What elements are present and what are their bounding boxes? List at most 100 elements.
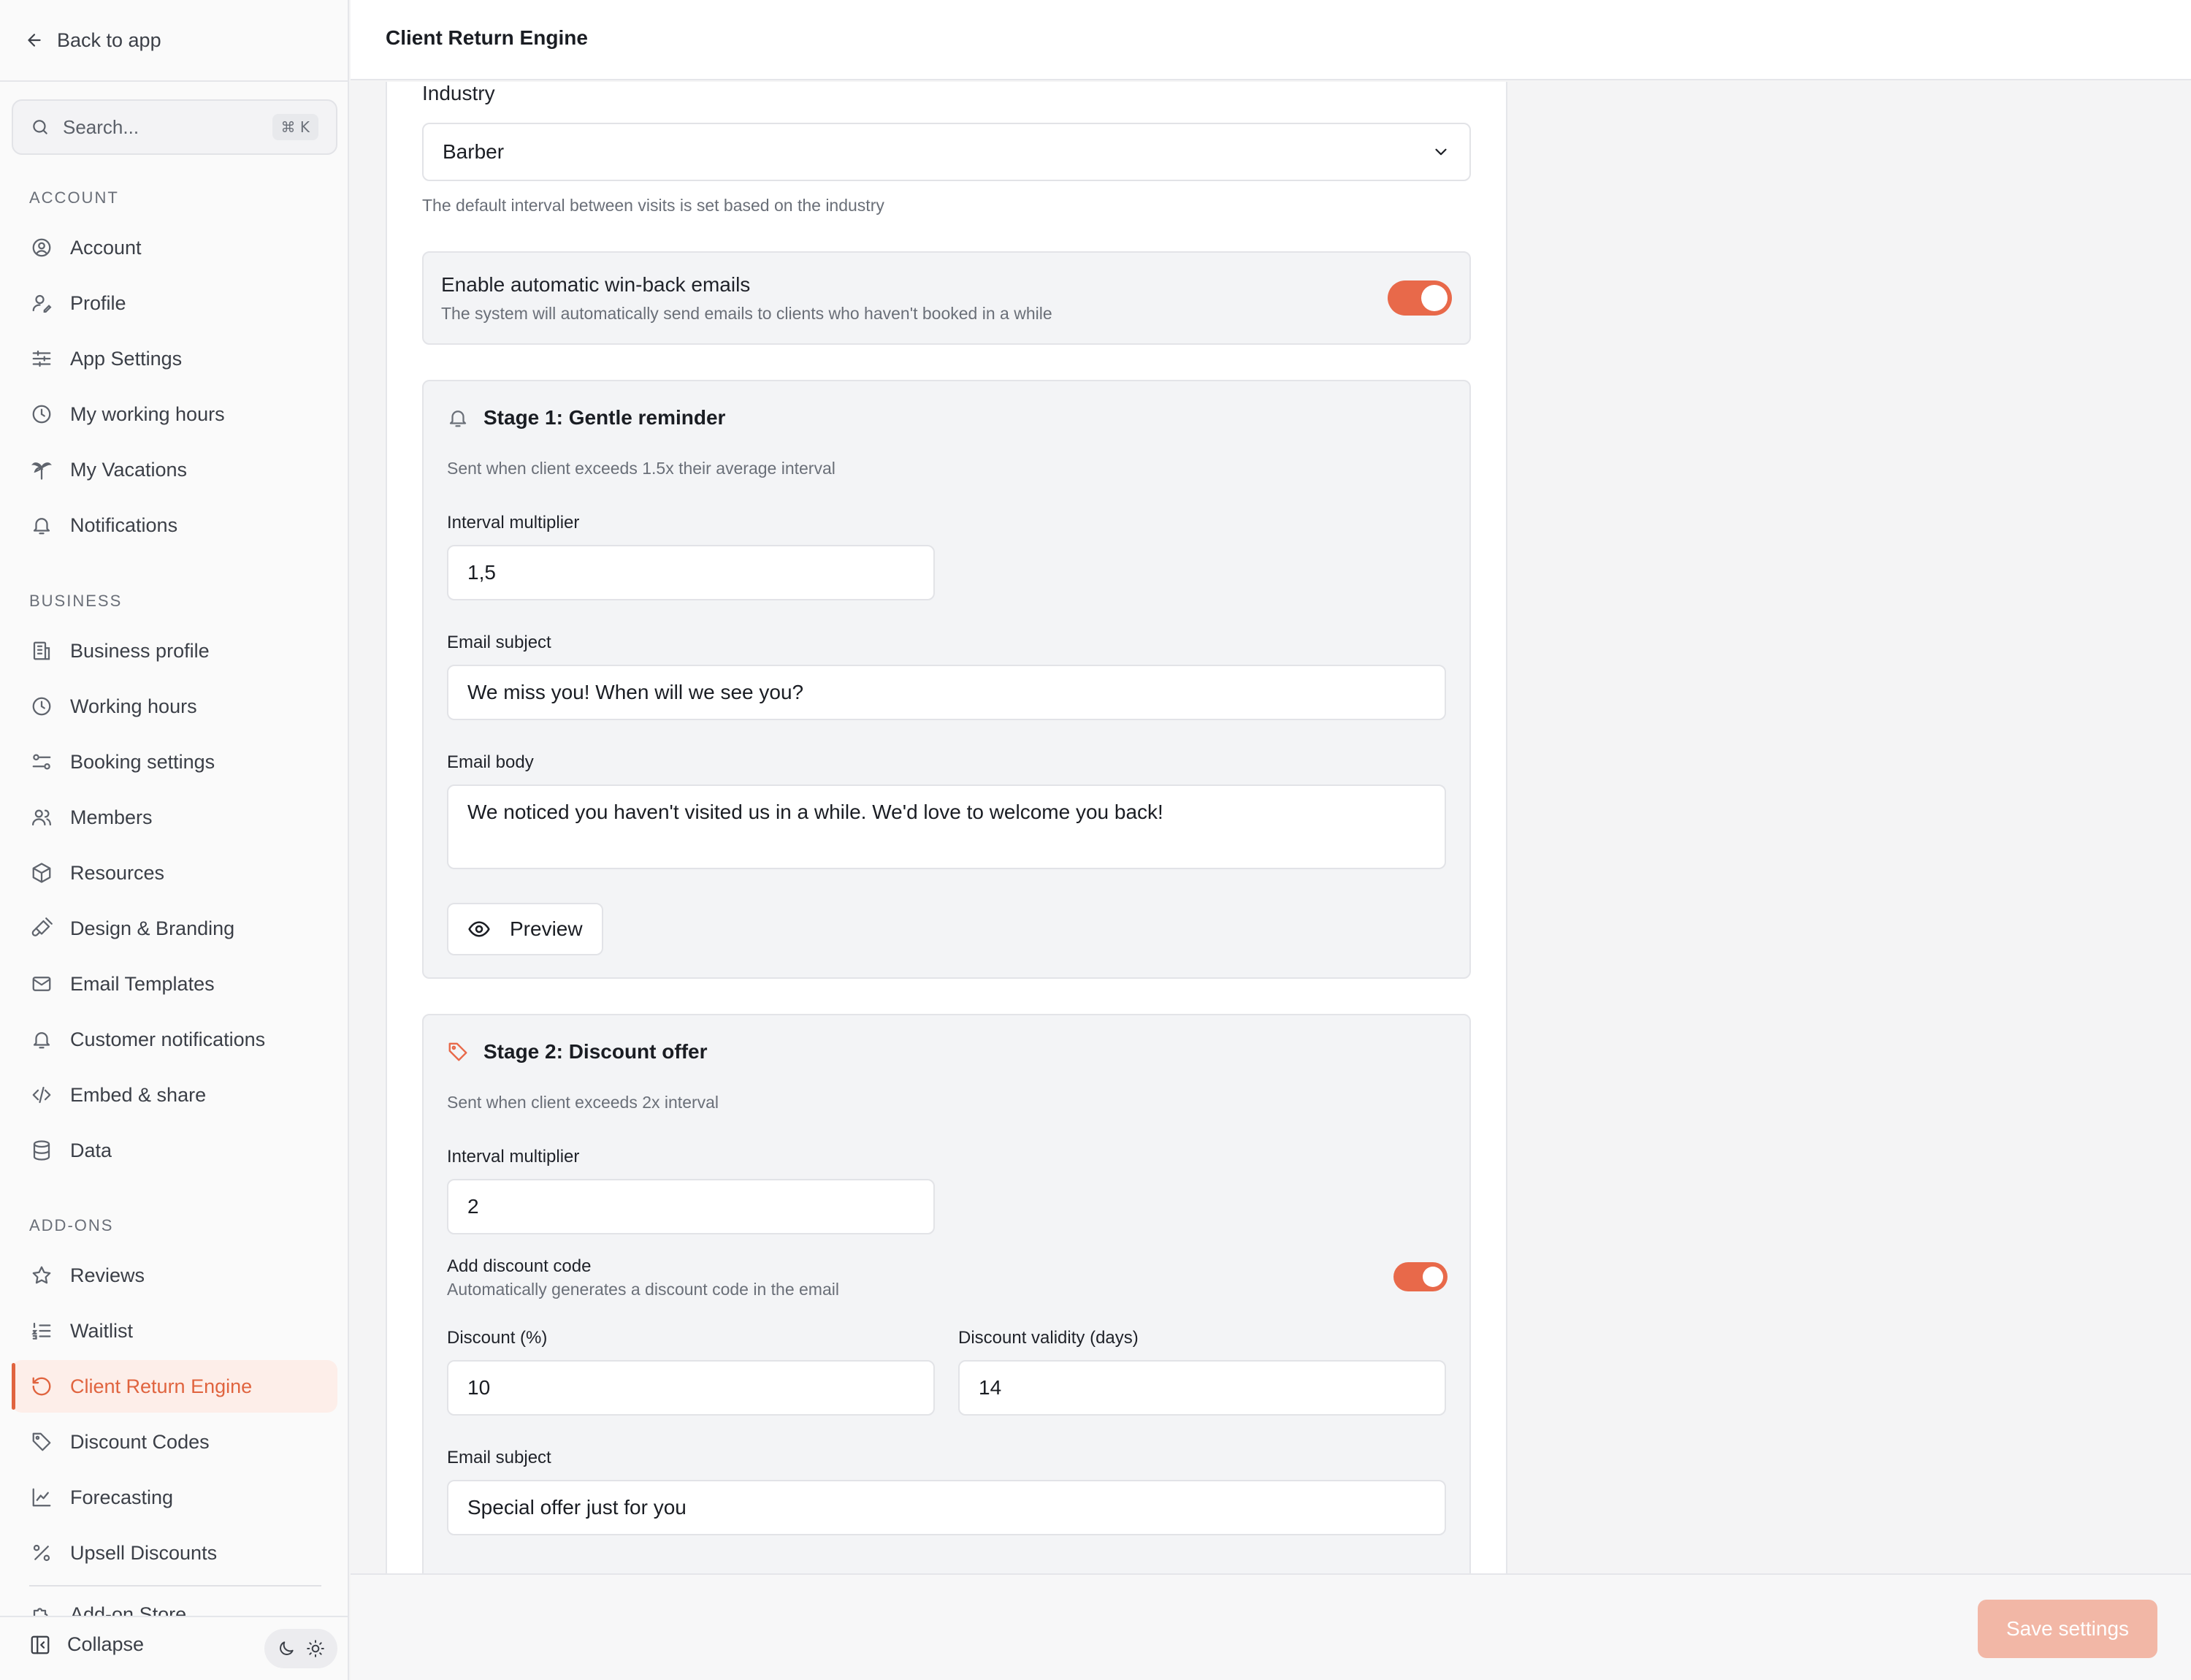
sidebar-item-members[interactable]: Members <box>12 791 337 844</box>
clock-icon <box>29 694 54 719</box>
sidebar-item-label: Waitlist <box>70 1319 133 1342</box>
bell-icon <box>29 513 54 538</box>
search-box[interactable]: Search... ⌘ K <box>12 99 337 155</box>
arrow-left-icon <box>25 31 44 50</box>
winback-description: The system will automatically send email… <box>441 304 1052 323</box>
stage1-header: Stage 1: Gentle reminder <box>447 406 725 429</box>
sun-icon[interactable] <box>306 1639 325 1658</box>
settings-panel: Industry Barber The default interval bet… <box>386 82 1507 1573</box>
industry-hint: The default interval between visits is s… <box>422 196 884 215</box>
sidebar-item-discount-codes[interactable]: Discount Codes <box>12 1416 337 1468</box>
stage1-interval-input[interactable]: 1,5 <box>447 545 935 600</box>
theme-toggle[interactable] <box>264 1629 337 1668</box>
sidebar-item-data[interactable]: Data <box>12 1124 337 1177</box>
sidebar-item-label: Business profile <box>70 639 210 662</box>
stage1-preview-button[interactable]: Preview <box>447 903 603 955</box>
stage1-description: Sent when client exceeds 1.5x their aver… <box>447 459 836 478</box>
sidebar-item-my-vacations[interactable]: My Vacations <box>12 443 337 496</box>
divider <box>29 1585 321 1587</box>
discount-validity-input[interactable]: 14 <box>958 1360 1446 1416</box>
section-label-business: BUSINESS <box>29 592 123 610</box>
sidebar-item-account[interactable]: Account <box>12 221 337 274</box>
discount-code-label: Add discount code <box>447 1256 592 1276</box>
tag-icon <box>29 1429 54 1454</box>
sidebar-item-label: Upsell Discounts <box>70 1541 218 1564</box>
percent-icon <box>29 1540 54 1565</box>
sidebar-item-email-templates[interactable]: Email Templates <box>12 958 337 1010</box>
rotate-ccw-icon <box>29 1374 54 1399</box>
back-to-app-link[interactable]: Back to app <box>25 25 161 56</box>
page-header: Client Return Engine <box>351 0 2191 80</box>
list-ordered-icon <box>29 1318 54 1343</box>
sidebar: Back to app Search... ⌘ K ACCOUNT Accoun… <box>0 0 349 1680</box>
stage2-interval-input[interactable]: 2 <box>447 1179 935 1234</box>
sidebar-item-label: Notifications <box>70 513 178 536</box>
sidebar-item-label: Email Templates <box>70 972 215 995</box>
stage2-description: Sent when client exceeds 2x interval <box>447 1093 719 1112</box>
sliders-icon <box>29 346 54 371</box>
stage1-body-textarea[interactable]: We noticed you haven't visited us in a w… <box>447 784 1446 869</box>
winback-card: Enable automatic win-back emails The sys… <box>422 251 1471 345</box>
users-icon <box>29 805 54 830</box>
sidebar-item-label: My Vacations <box>70 458 188 481</box>
sidebar-item-reviews[interactable]: Reviews <box>12 1249 337 1302</box>
collapse-label: Collapse <box>67 1633 145 1655</box>
stage1-subject-value: We miss you! When will we see you? <box>467 681 804 703</box>
bell-icon <box>29 1027 54 1052</box>
discount-validity-label: Discount validity (days) <box>958 1328 1139 1348</box>
sidebar-item-label: App Settings <box>70 347 183 370</box>
discount-code-toggle[interactable] <box>1393 1262 1448 1291</box>
sidebar-item-working-hours[interactable]: Working hours <box>12 680 337 733</box>
database-icon <box>29 1138 54 1163</box>
preview-label: Preview <box>510 917 583 940</box>
tag-icon <box>447 1041 469 1063</box>
search-placeholder: Search... <box>63 115 139 138</box>
sidebar-item-resources[interactable]: Resources <box>12 847 337 899</box>
industry-label: Industry <box>422 82 495 104</box>
sidebar-item-embed-share[interactable]: Embed & share <box>12 1069 337 1121</box>
sidebar-item-label: Data <box>70 1139 112 1161</box>
sidebar-item-label: Working hours <box>70 695 197 717</box>
sidebar-item-notifications[interactable]: Notifications <box>12 499 337 551</box>
sidebar-item-client-return-engine[interactable]: Client Return Engine <box>12 1360 337 1413</box>
clock-icon <box>29 402 54 427</box>
section-label-account: ACCOUNT <box>29 188 119 207</box>
sidebar-item-label: Account <box>70 236 142 259</box>
industry-select[interactable]: Barber <box>422 123 1471 181</box>
sidebar-item-label: Forecasting <box>70 1486 174 1508</box>
sidebar-item-app-settings[interactable]: App Settings <box>12 332 337 385</box>
sidebar-item-label: Reviews <box>70 1264 145 1286</box>
save-settings-button[interactable]: Save settings <box>1978 1600 2157 1658</box>
stage2-interval-value: 2 <box>467 1195 479 1218</box>
winback-toggle[interactable] <box>1388 280 1452 316</box>
stage1-subject-label: Email subject <box>447 633 551 652</box>
stage2-subject-input[interactable]: Special offer just for you <box>447 1480 1446 1535</box>
sidebar-item-forecasting[interactable]: Forecasting <box>12 1471 337 1524</box>
stage1-body-label: Email body <box>447 752 534 772</box>
stage1-interval-label: Interval multiplier <box>447 513 580 532</box>
sidebar-item-profile[interactable]: Profile <box>12 277 337 329</box>
sidebar-item-label: Discount Codes <box>70 1430 210 1453</box>
industry-value: Barber <box>443 140 505 163</box>
sidebar-item-design-branding[interactable]: Design & Branding <box>12 902 337 955</box>
sidebar-item-business-profile[interactable]: Business profile <box>12 625 337 677</box>
sidebar-item-label: Embed & share <box>70 1083 207 1106</box>
sidebar-item-upsell-discounts[interactable]: Upsell Discounts <box>12 1527 337 1579</box>
sidebar-item-waitlist[interactable]: Waitlist <box>12 1305 337 1357</box>
brush-icon <box>29 916 54 941</box>
bell-icon <box>447 407 469 429</box>
moon-icon[interactable] <box>277 1639 296 1658</box>
sidebar-item-booking-settings[interactable]: Booking settings <box>12 736 337 788</box>
mail-icon <box>29 971 54 996</box>
settings-toggle-icon <box>29 749 54 774</box>
stage1-subject-input[interactable]: We miss you! When will we see you? <box>447 665 1446 720</box>
collapse-button[interactable]: Collapse <box>29 1633 144 1656</box>
sidebar-item-label: Client Return Engine <box>70 1375 253 1397</box>
sidebar-item-my-working-hours[interactable]: My working hours <box>12 388 337 440</box>
sidebar-item-customer-notifications[interactable]: Customer notifications <box>12 1013 337 1066</box>
discount-percent-input[interactable]: 10 <box>447 1360 935 1416</box>
star-icon <box>29 1263 54 1288</box>
discount-percent-value: 10 <box>467 1376 491 1399</box>
stage2-header: Stage 2: Discount offer <box>447 1040 707 1064</box>
search-icon <box>31 118 50 137</box>
